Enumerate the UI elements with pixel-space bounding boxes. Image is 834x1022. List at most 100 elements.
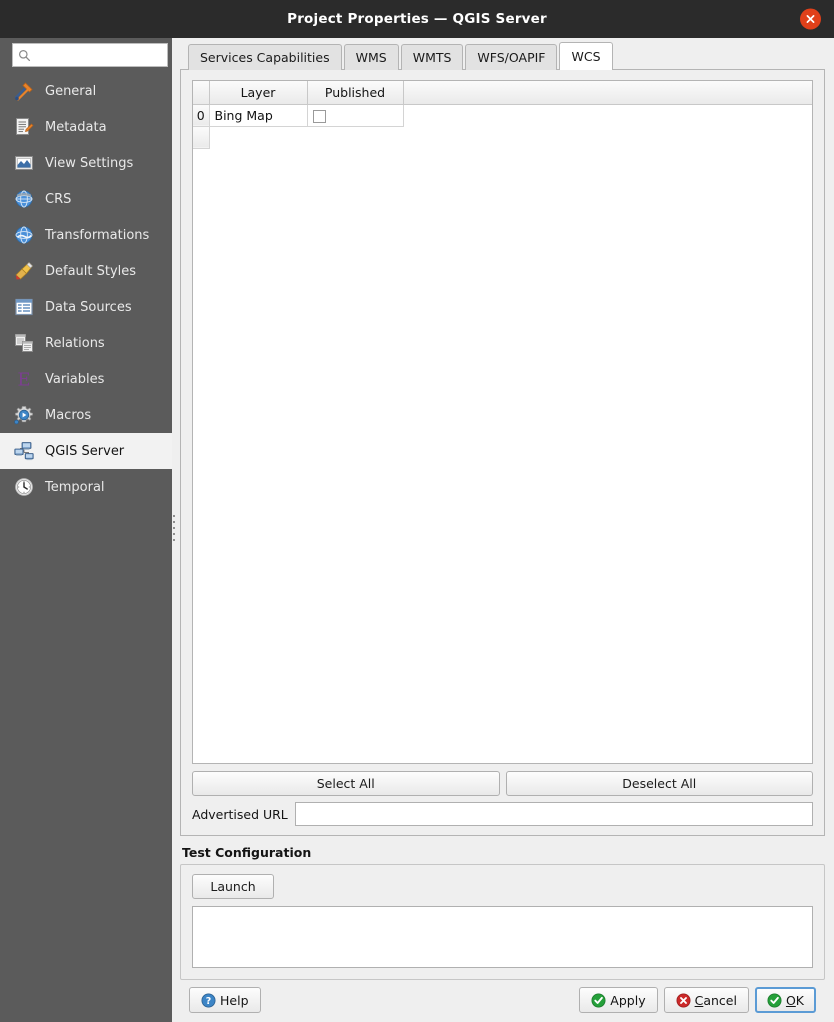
tab-label: WCS	[571, 49, 601, 64]
table-row[interactable]: 0 Bing Map	[193, 104, 812, 127]
sidebar-item-label: View Settings	[45, 155, 134, 171]
dialog-button-bar: ? Help Apply Cancel OK	[180, 980, 825, 1022]
help-button-label: Help	[220, 992, 249, 1008]
globe-crs-icon	[12, 187, 36, 211]
column-header-filler	[403, 81, 812, 105]
ok-button[interactable]: OK	[754, 987, 816, 1013]
help-button[interactable]: ? Help	[189, 987, 261, 1013]
clock-icon	[12, 475, 36, 499]
sidebar-item-metadata[interactable]: Metadata	[0, 109, 172, 145]
tab-services-capabilities[interactable]: Services Capabilities	[188, 44, 342, 70]
sidebar-item-temporal[interactable]: Temporal	[0, 469, 172, 505]
apply-button[interactable]: Apply	[579, 987, 658, 1013]
tab-wfs-oapif[interactable]: WFS/OAPIF	[465, 44, 558, 70]
settings-sidebar: General Metadata View Settings CRS Trans…	[0, 38, 172, 1022]
tab-wcs[interactable]: WCS	[559, 42, 613, 70]
tab-wmts[interactable]: WMTS	[400, 44, 464, 70]
ok-button-mnemonic: O	[785, 992, 796, 1008]
sidebar-item-label: Metadata	[45, 119, 107, 135]
sidebar-item-label: Macros	[45, 407, 92, 423]
search-input[interactable]	[31, 47, 162, 63]
cell-layer-name[interactable]: Bing Map	[209, 104, 308, 127]
sidebar-item-qgis-server[interactable]: QGIS Server	[0, 433, 172, 469]
service-tabs: Services Capabilities WMS WMTS WFS/OAPIF…	[188, 42, 825, 70]
check-icon	[591, 993, 606, 1008]
cell-published[interactable]	[307, 104, 404, 127]
sidebar-item-relations[interactable]: Relations	[0, 325, 172, 361]
sidebar-item-label: Data Sources	[45, 299, 132, 315]
window-title: Project Properties — QGIS Server	[287, 11, 547, 27]
table-grid-icon	[12, 295, 36, 319]
row-index[interactable]: 0	[193, 104, 210, 127]
tab-wms[interactable]: WMS	[343, 44, 399, 70]
sidebar-item-general[interactable]: General	[0, 73, 172, 109]
sidebar-item-label: Default Styles	[45, 263, 137, 279]
table-header-row: Layer Published	[193, 81, 812, 105]
cancel-button-label: ancel	[703, 992, 737, 1008]
close-icon[interactable]	[800, 8, 821, 30]
globe-transform-icon	[12, 223, 36, 247]
tab-label: Services Capabilities	[200, 50, 330, 65]
tab-label: WMTS	[412, 50, 452, 65]
test-configuration-title: Test Configuration	[182, 845, 312, 860]
sidebar-item-label: CRS	[45, 191, 72, 207]
launch-button[interactable]: Launch	[192, 874, 274, 899]
cancel-icon	[676, 993, 691, 1008]
advertised-url-input[interactable]	[294, 802, 813, 826]
paintbrush-icon	[12, 259, 36, 283]
sidebar-item-view-settings[interactable]: View Settings	[0, 145, 172, 181]
select-all-button[interactable]: Select All	[192, 771, 500, 796]
main-panel: Services Capabilities WMS WMTS WFS/OAPIF…	[177, 38, 834, 1022]
sidebar-item-label: Variables	[45, 371, 105, 387]
sidebar-item-data-sources[interactable]: Data Sources	[0, 289, 172, 325]
tab-label: WFS/OAPIF	[477, 50, 546, 65]
sidebar-item-label: Relations	[45, 335, 105, 351]
tab-label: WMS	[355, 50, 387, 65]
title-bar: Project Properties — QGIS Server	[0, 0, 834, 38]
deselect-all-button[interactable]: Deselect All	[505, 771, 813, 796]
server-network-icon	[12, 439, 36, 463]
svg-text:?: ?	[206, 996, 212, 1007]
sidebar-item-label: Transformations	[45, 227, 150, 243]
cell-filler	[403, 104, 812, 126]
svg-text:Ε: Ε	[17, 370, 30, 391]
cancel-button[interactable]: Cancel	[663, 987, 749, 1013]
sidebar-item-label: General	[45, 83, 97, 99]
sidebar-item-macros[interactable]: Macros	[0, 397, 172, 433]
apply-button-label: Apply	[610, 992, 646, 1008]
test-configuration-box: Launch	[180, 864, 825, 980]
search-icon	[18, 49, 31, 62]
sidebar-item-variables[interactable]: Ε Variables	[0, 361, 172, 397]
sidebar-item-transformations[interactable]: Transformations	[0, 217, 172, 253]
column-header-published[interactable]: Published	[307, 81, 404, 105]
sidebar-item-default-styles[interactable]: Default Styles	[0, 253, 172, 289]
gear-play-icon	[12, 403, 36, 427]
empty-row-index	[193, 126, 210, 149]
epsilon-variable-icon: Ε	[12, 367, 36, 391]
dialog-body: General Metadata View Settings CRS Trans…	[0, 38, 834, 1022]
project-properties-dialog: Project Properties — QGIS Server General…	[0, 0, 834, 1022]
sidebar-item-crs[interactable]: CRS	[0, 181, 172, 217]
sidebar-item-label: Temporal	[45, 479, 105, 495]
help-icon: ?	[201, 993, 216, 1008]
sidebar-item-label: QGIS Server	[45, 443, 125, 459]
map-view-icon	[12, 151, 36, 175]
document-pencil-icon	[12, 115, 36, 139]
hammer-wrench-icon	[12, 79, 36, 103]
sidebar-splitter[interactable]	[172, 38, 177, 1022]
empty-row-filler	[209, 126, 812, 148]
test-configuration-log[interactable]	[192, 906, 813, 968]
splitter-grip-icon	[173, 515, 175, 545]
check-icon	[767, 993, 782, 1008]
wcs-tab-page: Layer Published 0 Bing Map Select All De…	[180, 69, 825, 836]
sidebar-search-box[interactable]	[12, 43, 168, 67]
advertised-url-label: Advertised URL	[192, 806, 288, 822]
test-configuration-group: Test Configuration Launch	[180, 845, 825, 980]
column-header-layer[interactable]: Layer	[209, 81, 308, 105]
published-checkbox[interactable]	[312, 109, 326, 123]
table-empty-row	[193, 126, 812, 149]
ok-button-label: K	[795, 992, 804, 1008]
table-corner-header[interactable]	[193, 81, 210, 105]
sidebar-item-list: General Metadata View Settings CRS Trans…	[0, 73, 172, 505]
wcs-layer-table[interactable]: Layer Published 0 Bing Map	[192, 80, 813, 764]
